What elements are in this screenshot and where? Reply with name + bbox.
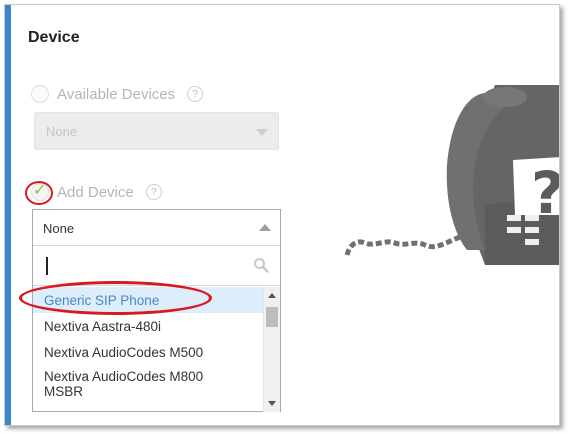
dropdown-search <box>33 246 280 286</box>
annotation-ellipse <box>19 281 212 315</box>
help-icon[interactable]: ? <box>145 184 162 200</box>
scrollbar-thumb[interactable] <box>266 307 278 327</box>
scroll-up-icon[interactable] <box>268 293 276 298</box>
desk-phone-illustration: ? <box>344 85 559 265</box>
option-nextiva-audiocodes-m500[interactable]: Nextiva AudioCodes M500 <box>33 339 265 365</box>
text-cursor <box>46 257 48 275</box>
device-panel: Device Available Devices ? None ✓ Add De… <box>4 4 560 426</box>
chevron-down-icon <box>256 129 268 136</box>
dropdown-scrollbar[interactable] <box>263 287 280 412</box>
add-device-label: Add Device <box>57 183 134 201</box>
dropdown-selected[interactable]: None <box>33 210 280 246</box>
help-icon[interactable]: ? <box>187 86 204 102</box>
search-input[interactable] <box>39 252 274 280</box>
chevron-up-icon <box>259 224 271 231</box>
dropdown-selected-value: None <box>43 221 75 236</box>
available-devices-radio[interactable] <box>31 85 49 103</box>
accent-bar <box>5 5 11 425</box>
available-devices-select: None <box>34 112 279 150</box>
scroll-down-icon[interactable] <box>268 401 276 406</box>
available-devices-value: None <box>46 124 78 139</box>
search-icon <box>254 258 269 273</box>
annotation-circle <box>25 181 53 205</box>
option-nextiva-aastra-480i[interactable]: Nextiva Aastra-480i <box>33 313 265 339</box>
available-devices-row: Available Devices ? <box>31 85 204 103</box>
option-nextiva-audiocodes-m800-msbr[interactable]: Nextiva AudioCodes M800 MSBR <box>33 365 233 411</box>
section-title: Device <box>28 29 80 46</box>
available-devices-label: Available Devices <box>57 85 176 103</box>
